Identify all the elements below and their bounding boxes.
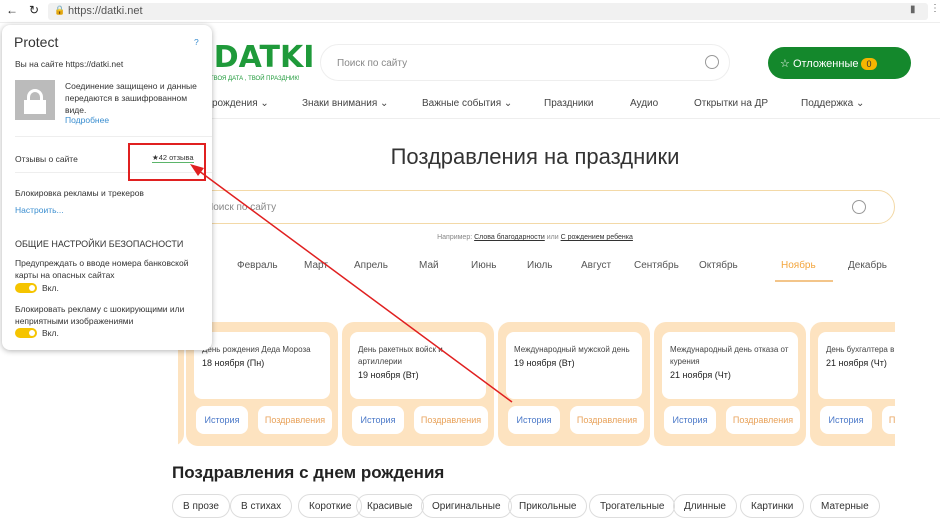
annotation-arrow: [190, 164, 513, 403]
